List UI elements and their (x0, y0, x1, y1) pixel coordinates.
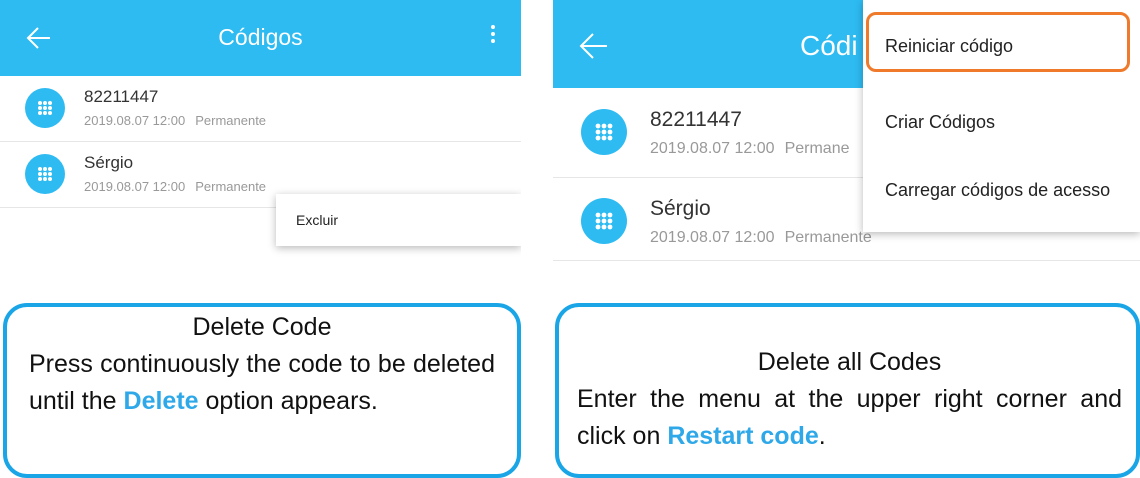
code-meta: 2019.08.07 12:00 Permanente (84, 113, 266, 128)
code-status: Permanente (195, 179, 267, 194)
keypad-icon (581, 109, 627, 155)
list-item[interactable]: 82211447 2019.08.07 12:00 Permanente (0, 76, 521, 142)
page-title: Códigos (218, 24, 303, 50)
callout-text: option appears. (198, 387, 378, 415)
code-date: 2019.08.07 12:00 (84, 179, 186, 194)
callout-keyword: Restart code (667, 422, 819, 450)
keypad-icon (25, 154, 65, 194)
delete-menu-item[interactable]: Excluir (296, 212, 338, 228)
code-status: Permanente (195, 113, 267, 128)
highlight-box (866, 12, 1130, 72)
code-name: Sérgio (84, 153, 134, 172)
menu-item-create-codes[interactable]: Criar Códigos (885, 112, 995, 133)
code-name: 82211447 (84, 87, 159, 106)
code-date: 2019.08.07 12:00 (650, 229, 775, 246)
context-menu: Excluir (276, 194, 521, 246)
callout-body: Press continuously the code to be delete… (29, 346, 495, 420)
code-status: Permane (784, 140, 850, 157)
keypad-icon (581, 198, 627, 244)
code-meta: 2019.08.07 12:00 Permane (650, 140, 849, 158)
more-vertical-icon[interactable] (481, 22, 505, 54)
code-date: 2019.08.07 12:00 (650, 140, 775, 157)
code-date: 2019.08.07 12:00 (84, 113, 186, 128)
keypad-icon (25, 88, 65, 128)
callout-delete-all-codes: Delete all Codes Enter the menu at the u… (555, 303, 1140, 478)
code-meta: 2019.08.07 12:00 Permanente (84, 179, 266, 194)
callout-delete-code: Delete Code Press continuously the code … (3, 303, 521, 478)
callout-text: Enter the menu at the upper right corner… (577, 385, 1122, 450)
code-name: Sérgio (650, 197, 711, 220)
callout-title: Delete all Codes (757, 348, 942, 376)
callout-title: Delete Code (192, 313, 332, 341)
callout-keyword: Delete (123, 387, 199, 415)
menu-item-load-access-codes[interactable]: Carregar códigos de acesso (885, 180, 1110, 201)
app-header: Códigos (0, 0, 521, 76)
callout-body: Enter the menu at the upper right corner… (577, 381, 1122, 455)
code-status: Permanente (784, 229, 872, 246)
code-meta: 2019.08.07 12:00 Permanente (650, 229, 872, 247)
code-name: 82211447 (650, 108, 742, 131)
callout-text: . (818, 422, 826, 450)
